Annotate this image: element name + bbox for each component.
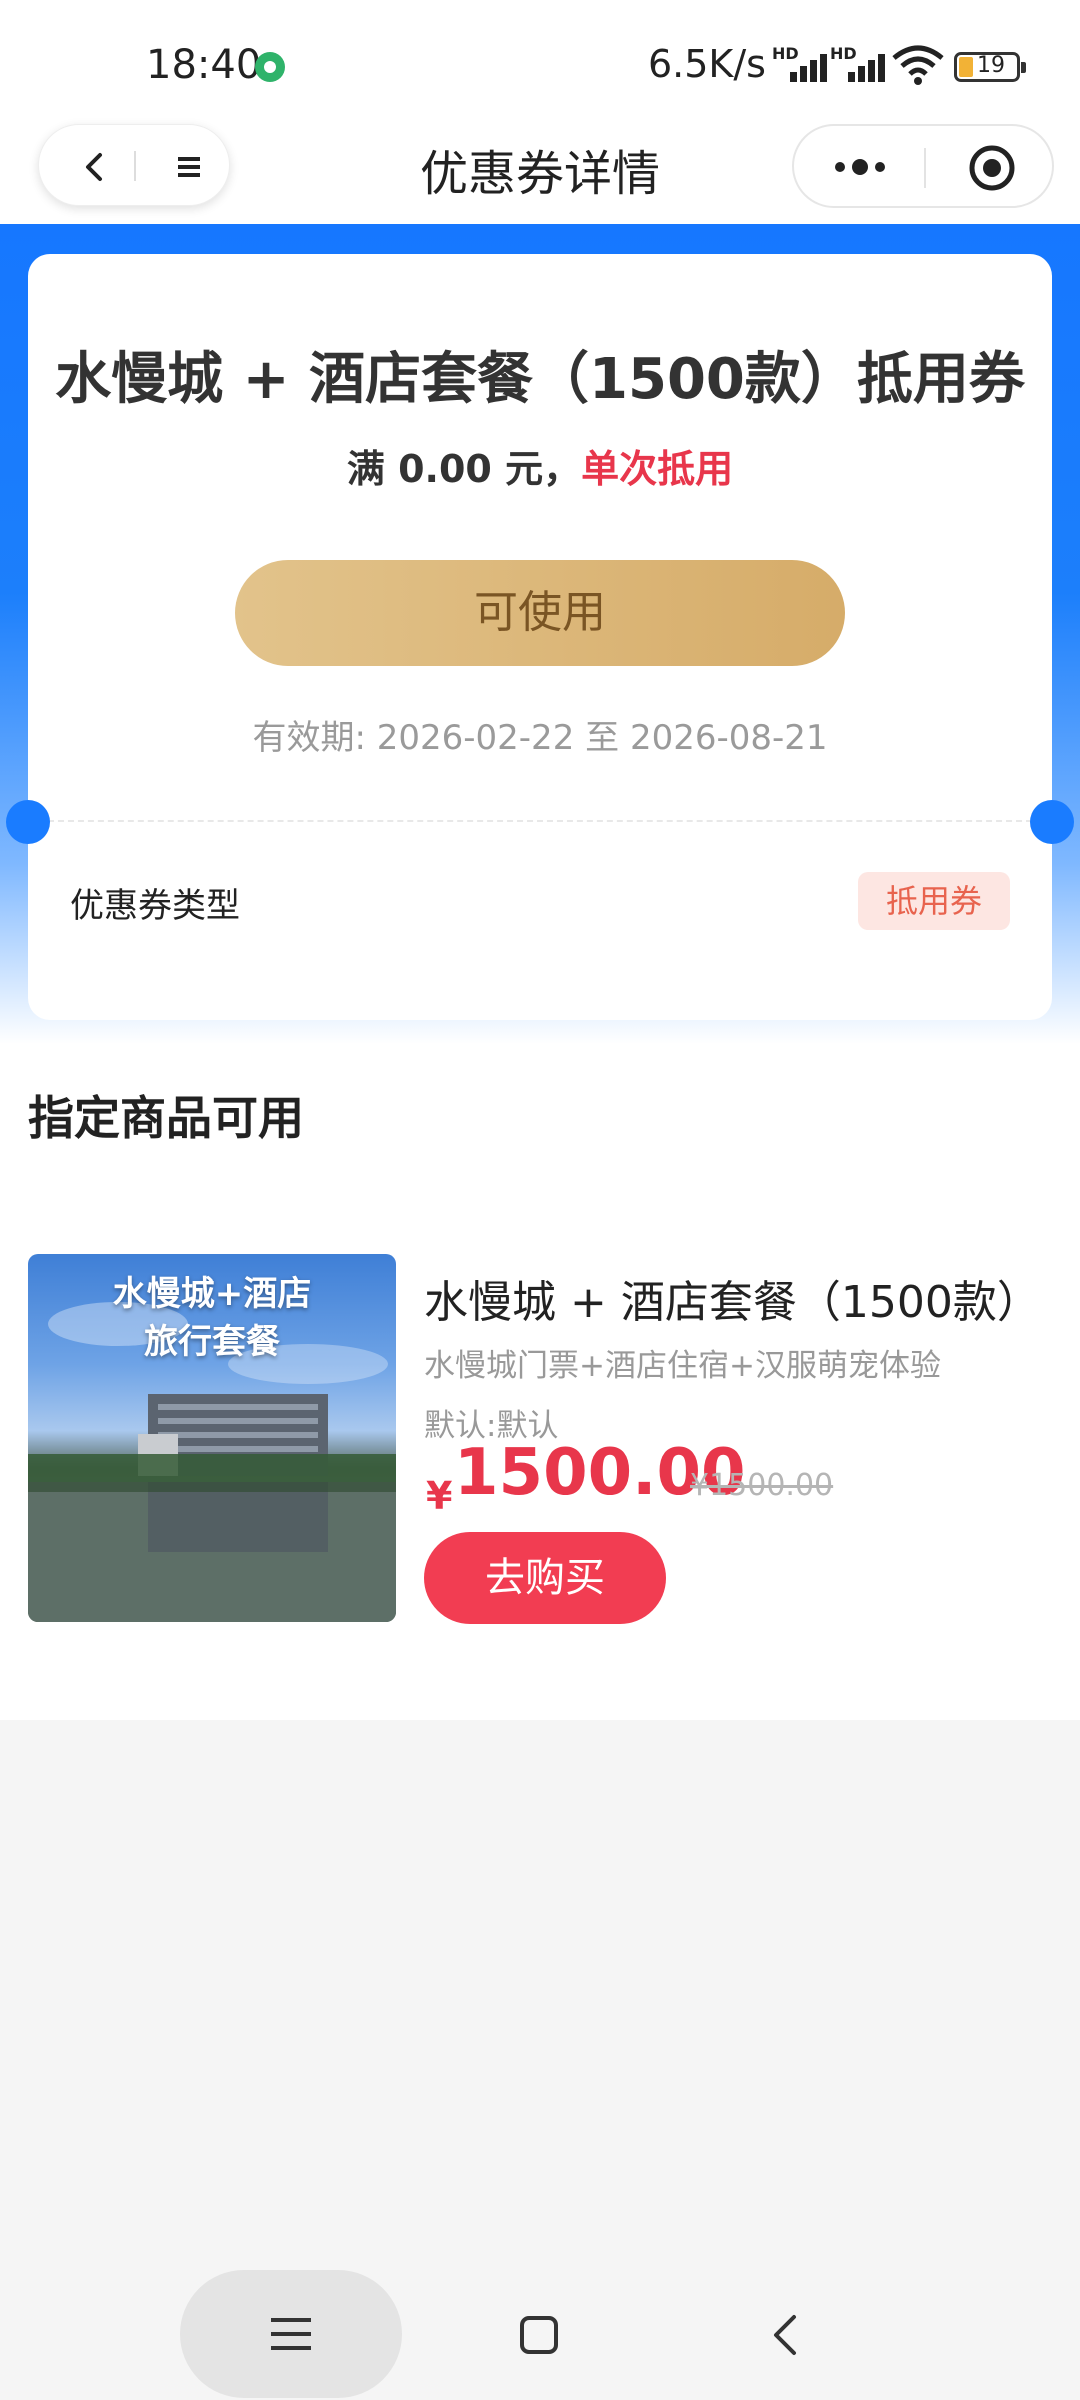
menu-icon: [271, 2318, 311, 2350]
status-bar: 18:40 6.5K/s HD HD 19: [0, 0, 1080, 120]
price-currency: ¥: [426, 1474, 453, 1518]
original-price: ¥1500.00: [690, 1468, 834, 1503]
app-notification-icon: [255, 52, 285, 82]
coupon-condition: 满 0.00 元，单次抵用: [28, 438, 1052, 493]
image-caption-line2: 旅行套餐: [144, 1322, 280, 1362]
coupon-type-badge: 抵用券: [857, 872, 1010, 930]
divider: [48, 820, 1032, 822]
validity-period: 有效期: 2026-02-22 至 2026-08-21: [252, 718, 828, 758]
wifi-icon: [892, 45, 944, 85]
coupon-type-label: 优惠券类型: [70, 886, 240, 926]
close-mini-program-icon[interactable]: [968, 144, 1016, 192]
recent-apps-button[interactable]: [180, 2270, 402, 2398]
mini-program-capsule: [792, 124, 1054, 208]
use-coupon-button[interactable]: 可使用: [235, 560, 845, 666]
system-nav-bar: [0, 2250, 1080, 2400]
status-time: 18:40: [146, 42, 262, 88]
coupon-condition-text: 满 0.00 元，: [346, 447, 582, 491]
more-icon[interactable]: [830, 152, 890, 182]
product-image[interactable]: 水慢城+酒店 旅行套餐: [28, 1254, 396, 1622]
product-description: 水慢城门票+酒店住宿+汉服萌宠体验: [424, 1348, 941, 1384]
coupon-title: 水慢城 + 酒店套餐（1500款）抵用券: [55, 347, 1025, 412]
card-notch-left: [6, 800, 50, 844]
battery-level: 19: [977, 53, 1005, 78]
title-bar: 优惠券详情: [0, 120, 1080, 224]
divider: [924, 148, 926, 188]
card-notch-right: [1030, 800, 1074, 844]
home-icon[interactable]: [520, 2316, 558, 2354]
section-title: 指定商品可用: [28, 1091, 304, 1145]
image-caption-line1: 水慢城+酒店: [112, 1274, 312, 1314]
back-nav-icon[interactable]: [770, 2314, 800, 2356]
battery-icon: 19: [954, 52, 1026, 82]
product-name[interactable]: 水慢城 + 酒店套餐（1500款）: [424, 1266, 1041, 1330]
network-speed: 6.5K/s: [648, 42, 766, 86]
signal-icon-2: HD: [830, 44, 886, 82]
coupon-card: 水慢城 + 酒店套餐（1500款）抵用券 满 0.00 元，单次抵用 可使用 有…: [28, 254, 1052, 1020]
product-section: 指定商品可用 水慢城+酒店 旅行套餐 水慢城 + 酒店套餐（1500款） 水慢城…: [0, 1044, 1080, 1720]
buy-button[interactable]: 去购买: [424, 1532, 666, 1624]
coupon-condition-highlight: 单次抵用: [581, 447, 734, 491]
signal-icon: HD: [772, 44, 828, 82]
